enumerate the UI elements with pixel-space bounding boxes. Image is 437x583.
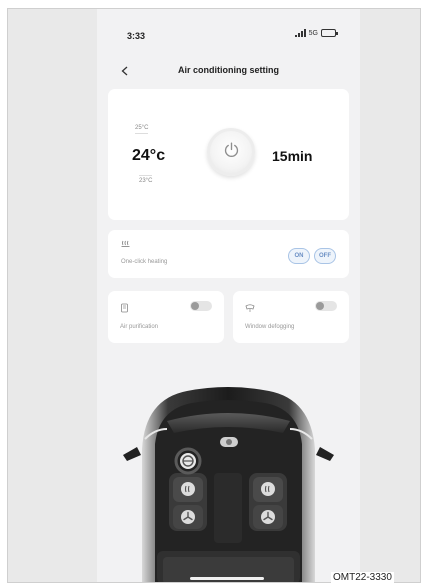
car-top-view <box>97 369 360 582</box>
timer-value: 15min <box>272 148 313 164</box>
figure-frame: 3:33 5G Air conditioning setting 25°C 24… <box>7 8 421 583</box>
power-button[interactable] <box>207 128 255 176</box>
heating-on-button[interactable]: ON <box>288 248 310 264</box>
figure-code: OMT22-3330 <box>331 572 394 583</box>
driver-seat-fan-icon[interactable] <box>181 510 195 524</box>
status-time: 3:33 <box>127 31 146 41</box>
phone-screen: 3:33 5G Air conditioning setting 25°C 24… <box>97 9 360 582</box>
temp-up-value[interactable]: 25°C <box>135 125 149 134</box>
passenger-seat-heat-icon[interactable] <box>261 482 275 496</box>
power-icon <box>223 141 240 163</box>
air-purification-toggle[interactable] <box>190 301 212 311</box>
one-click-heating-card: One-click heating ON OFF <box>108 230 349 278</box>
temp-down-value[interactable]: 23°C <box>139 175 153 184</box>
home-indicator[interactable] <box>190 577 264 580</box>
heating-icon <box>121 239 130 249</box>
status-icons: 5G <box>294 29 338 37</box>
mirror-icon <box>219 435 239 449</box>
climate-control-card: 25°C 24°c 23°C 15min <box>108 89 349 220</box>
window-defogging-label: Window defogging <box>245 324 295 330</box>
window-defogging-toggle[interactable] <box>315 301 337 311</box>
passenger-seat-fan-icon[interactable] <box>261 510 275 524</box>
page-title: Air conditioning setting <box>178 65 279 75</box>
air-purification-label: Air purification <box>120 324 159 330</box>
car-illustration <box>123 387 334 582</box>
battery-icon <box>321 29 338 37</box>
status-bar: 3:33 5G <box>97 9 360 51</box>
air-purification-card: Air purification <box>108 291 224 343</box>
defog-icon <box>245 300 255 312</box>
signal-icon <box>294 29 306 37</box>
network-label: 5G <box>308 29 318 37</box>
heating-label: One-click heating <box>121 259 168 265</box>
nav-bar: Air conditioning setting <box>97 61 360 83</box>
window-defogging-card: Window defogging <box>233 291 349 343</box>
steering-wheel-heat-icon[interactable] <box>179 452 197 470</box>
air-purifier-icon <box>120 300 130 313</box>
current-temperature: 24°c <box>132 147 166 164</box>
heating-off-button[interactable]: OFF <box>314 248 336 264</box>
driver-seat-heat-icon[interactable] <box>181 482 195 496</box>
